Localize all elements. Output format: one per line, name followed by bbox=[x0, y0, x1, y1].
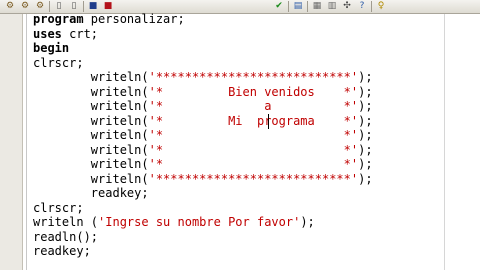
code-text: writeln ( bbox=[33, 215, 99, 229]
save-icon[interactable]: ■ bbox=[86, 0, 100, 12]
code-line[interactable]: writeln('***************************'); bbox=[33, 172, 373, 187]
code-line[interactable]: begin bbox=[33, 41, 373, 56]
code-text: writeln( bbox=[90, 128, 149, 142]
code-text: readkey; bbox=[90, 186, 149, 200]
code-text: writeln( bbox=[90, 157, 149, 171]
new-project-icon[interactable]: ▯ bbox=[67, 0, 81, 12]
text-cursor bbox=[268, 114, 269, 129]
compile-icon[interactable]: ⚙ bbox=[33, 0, 47, 12]
hint-icon[interactable]: ♀ bbox=[374, 0, 388, 12]
code-tail: ); bbox=[358, 128, 373, 142]
step-icon[interactable]: ▤ bbox=[291, 0, 305, 12]
code-tail: ); bbox=[358, 99, 373, 113]
help-icon[interactable]: ? bbox=[355, 0, 369, 12]
code-line[interactable]: writeln('* *'); bbox=[33, 157, 373, 172]
code-text: readkey; bbox=[33, 244, 91, 258]
code-line[interactable]: writeln('* a *'); bbox=[33, 99, 373, 114]
settings-icon[interactable]: ⚙ bbox=[3, 0, 17, 12]
code-string-literal: 'Ingrse su nombre Por favor' bbox=[98, 215, 301, 229]
code-line[interactable]: writeln('* Bien venidos *'); bbox=[33, 85, 373, 100]
tools-icon[interactable]: ✣ bbox=[340, 0, 354, 12]
new-file-icon[interactable]: ▯ bbox=[52, 0, 66, 12]
code-text: personalizar; bbox=[83, 12, 185, 26]
options-icon[interactable]: ▥ bbox=[325, 0, 339, 12]
right-margin-line bbox=[444, 14, 445, 270]
code-string-literal: '***************************' bbox=[148, 70, 359, 84]
code-tail: ); bbox=[358, 142, 373, 157]
code-string-literal: '* Mi programa *' bbox=[148, 113, 359, 128]
code-tail: ); bbox=[358, 157, 373, 171]
stop-icon[interactable]: ■ bbox=[101, 0, 115, 12]
code-text: readln(); bbox=[33, 229, 99, 244]
check-icon[interactable]: ✔ bbox=[272, 0, 286, 12]
code-text: writeln( bbox=[90, 70, 149, 84]
code-text: writeln( bbox=[90, 113, 149, 128]
code-string-literal: '* *' bbox=[148, 128, 359, 142]
code-line[interactable]: writeln ('Ingrse su nombre Por favor'); bbox=[33, 215, 373, 230]
code-keyword: uses bbox=[33, 26, 62, 41]
code-line[interactable]: clrscr; bbox=[33, 201, 373, 216]
grid-icon[interactable]: ▦ bbox=[310, 0, 324, 12]
code-line[interactable]: writeln('***************************'); bbox=[33, 70, 373, 85]
code-editor[interactable]: program personalizar; uses crt; begin clrsc… bbox=[33, 12, 373, 259]
code-text: clrscr; bbox=[33, 200, 84, 215]
code-string-literal: '* a *' bbox=[148, 99, 359, 113]
code-tail: ); bbox=[358, 70, 373, 84]
code-tail: ); bbox=[358, 171, 373, 186]
toolbar-right-separator bbox=[288, 1, 289, 12]
code-tail: ); bbox=[300, 215, 315, 229]
code-text: crt; bbox=[61, 26, 99, 41]
code-line[interactable]: writeln('* *'); bbox=[33, 143, 373, 158]
toolbar-right-separator bbox=[307, 1, 308, 12]
code-text: clrscr; bbox=[33, 55, 84, 70]
code-line[interactable]: readkey; bbox=[33, 186, 373, 201]
code-line[interactable]: uses crt; bbox=[33, 27, 373, 42]
toolbar-left-separator bbox=[83, 1, 84, 12]
code-line[interactable]: clrscr; bbox=[33, 56, 373, 71]
code-string-literal: '* *' bbox=[148, 157, 359, 171]
code-string-literal: '* Bien venidos *' bbox=[148, 84, 359, 99]
code-line[interactable]: readln(); bbox=[33, 230, 373, 245]
code-keyword: program bbox=[33, 12, 84, 26]
code-string-literal: '***************************' bbox=[148, 171, 359, 186]
code-line[interactable]: program personalizar; bbox=[33, 12, 373, 27]
code-text: writeln( bbox=[90, 84, 149, 99]
code-tail: ); bbox=[358, 113, 373, 128]
editor-gutter bbox=[0, 14, 23, 270]
code-tail: ); bbox=[358, 84, 373, 99]
run-icon[interactable]: ⚙ bbox=[18, 0, 32, 12]
code-keyword: begin bbox=[33, 41, 70, 55]
code-string-literal: '* *' bbox=[148, 142, 359, 157]
gutter-divider bbox=[26, 14, 27, 270]
code-text: writeln( bbox=[90, 142, 149, 157]
toolbar-left-separator bbox=[49, 1, 50, 12]
code-line[interactable]: readkey; bbox=[33, 244, 373, 259]
code-line[interactable]: writeln('* Mi programa *'); bbox=[33, 114, 373, 129]
toolbar-right-separator bbox=[371, 1, 372, 12]
code-text: writeln( bbox=[90, 171, 149, 186]
code-line[interactable]: writeln('* *'); bbox=[33, 128, 373, 143]
code-text: writeln( bbox=[90, 99, 149, 113]
